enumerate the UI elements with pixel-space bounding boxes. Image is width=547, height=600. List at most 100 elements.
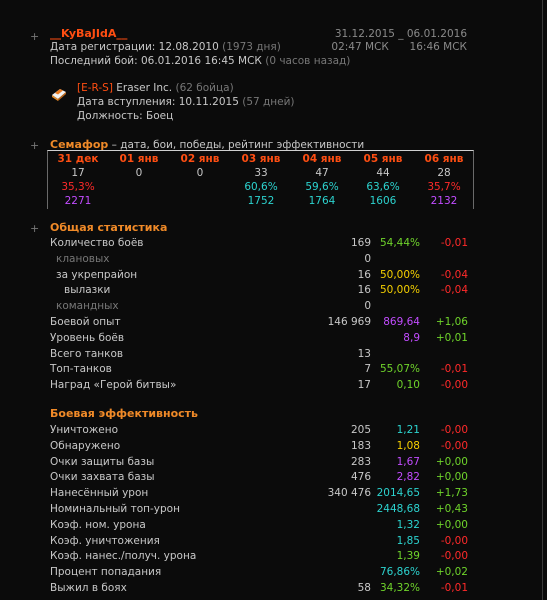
clan-tag[interactable]: [E-R-S] xyxy=(77,82,113,94)
stat-name: клановых xyxy=(56,252,110,265)
period-date-to: 06.01.2016 xyxy=(406,28,467,40)
clan-join-line: Дата вступления: 10.11.2015 (57 дней) xyxy=(77,96,295,108)
stat-percent: 50,00% xyxy=(379,268,420,281)
semafor-day-column: 03 янв 33 60,6% 1752 xyxy=(230,152,292,208)
general-stats-title: Общая статистика xyxy=(50,221,168,234)
semafor-day-date: 03 янв xyxy=(241,153,281,165)
registration-line: Дата регистрации: 12.08.2010 (1973 дня) xyxy=(50,41,281,53)
semafor-day-rating: 1752 xyxy=(247,195,275,207)
stat-row: Уровень боёв 8,9 +0,01 xyxy=(50,330,470,346)
stat-percent: 1,39 xyxy=(396,550,420,563)
efficiency-title: Боевая эффективность xyxy=(50,407,199,420)
stat-value: 17 xyxy=(357,379,371,392)
last-battle-ago: (0 часов назад) xyxy=(265,55,351,67)
stat-row: Всего танков 13 xyxy=(50,346,470,362)
stat-percent: 55,07% xyxy=(379,363,420,376)
semafor-day-winrate xyxy=(108,180,170,194)
stat-row: вылазки 16 50,00% -0,04 xyxy=(50,282,470,298)
stat-delta: -0,00 xyxy=(440,534,468,547)
stat-value: 0 xyxy=(364,252,371,265)
player-name[interactable]: __KyBaJIdA__ xyxy=(50,27,127,40)
stat-percent: 1,21 xyxy=(396,424,420,436)
semafor-day-column: 06 янв 28 35,7% 2132 xyxy=(413,152,475,208)
stat-row: Очки захвата базы 476 2,82 +0,00 xyxy=(50,469,470,485)
semafor-day-date: 06 янв xyxy=(424,153,464,165)
stat-name: Количество боёв xyxy=(50,237,144,249)
stat-name: Коэф. уничтожения xyxy=(50,534,160,547)
stat-value: 7 xyxy=(364,363,371,376)
clan-join-label: Дата вступления: xyxy=(77,96,176,108)
semafor-day-rating: 1764 xyxy=(308,195,336,207)
expand-player-toggle[interactable]: + xyxy=(30,30,39,43)
stat-row: Номинальный топ-урон 2448,68 +0,43 xyxy=(50,501,470,517)
stat-value: 340 476 xyxy=(327,487,371,500)
stat-row: Нанесённый урон 340 476 2014,65 +1,73 xyxy=(50,485,470,501)
stat-value: 205 xyxy=(350,424,371,436)
stat-row: клановых 0 xyxy=(50,251,470,267)
stat-percent: 34,32% xyxy=(379,582,420,594)
stat-percent: 2014,65 xyxy=(376,487,420,500)
stat-row: Очки защиты базы 283 1,67 +0,00 xyxy=(50,454,470,470)
stat-delta: -0,01 xyxy=(440,237,468,249)
stat-percent: 869,64 xyxy=(383,316,420,328)
stat-delta: -0,01 xyxy=(440,363,468,376)
stat-delta: +0,02 xyxy=(435,566,468,579)
stat-row: Выжил в боях 58 34,32% -0,01 xyxy=(50,580,470,596)
stat-percent: 2448,68 xyxy=(376,503,420,515)
stat-delta: +1,06 xyxy=(435,316,468,328)
stat-value: 58 xyxy=(357,582,371,594)
stat-name: Обнаружено xyxy=(50,439,121,452)
stat-row: Топ-танков 7 55,07% -0,01 xyxy=(50,361,470,377)
stat-name: Боевой опыт xyxy=(50,316,121,328)
stat-value: 16 xyxy=(357,284,371,297)
expand-general-toggle[interactable]: + xyxy=(30,222,39,235)
last-battle-date: 06.01.2016 16:45 МСК xyxy=(140,55,262,67)
stat-name: Номинальный топ-урон xyxy=(50,503,180,515)
clan-role-label: Должность: xyxy=(77,110,143,122)
stat-percent: 76,86% xyxy=(379,566,420,579)
semafor-day-rating: 2132 xyxy=(430,195,458,207)
stat-name: вылазки xyxy=(64,284,111,297)
stat-percent: 1,67 xyxy=(396,455,420,468)
semafor-day-winrate: 60,6% xyxy=(244,181,278,193)
semafor-day-battles: 28 xyxy=(437,167,451,179)
semafor-day-column: 02 янв 0 xyxy=(169,152,231,208)
expand-semafor-toggle[interactable]: + xyxy=(30,139,39,152)
period-times: 02:47 МСК 16:46 МСК xyxy=(331,41,467,53)
stat-name: Очки защиты базы xyxy=(50,455,155,468)
semafor-day-winrate: 35,7% xyxy=(427,181,461,193)
stat-value: 183 xyxy=(350,439,371,452)
semafor-day-column: 31 дек 17 35,3% 2271 xyxy=(47,152,109,208)
registration-days: (1973 дня) xyxy=(222,41,281,53)
semafor-day-winrate: 63,6% xyxy=(366,181,400,193)
stat-delta: +0,43 xyxy=(435,503,468,515)
semafor-day-battles: 0 xyxy=(135,167,143,179)
stat-row: Коэф. ном. урона 1,32 +0,00 xyxy=(50,517,470,533)
clan-name[interactable]: Eraser Inc. xyxy=(116,82,172,94)
stat-name: Очки захвата базы xyxy=(50,471,155,484)
eraser-icon xyxy=(52,89,66,101)
stat-row: Уничтожено 205 1,21 -0,00 xyxy=(50,422,470,438)
stat-delta: -0,00 xyxy=(440,379,468,392)
stat-value: 169 xyxy=(350,237,371,249)
stat-delta: +1,73 xyxy=(435,487,468,500)
semafor-day-rating: 2271 xyxy=(64,195,92,207)
semafor-day-winrate: 59,6% xyxy=(305,181,339,193)
semafor-day-rating xyxy=(169,194,231,208)
stat-name: Всего танков xyxy=(50,347,124,360)
stat-name: Топ-танков xyxy=(50,363,112,376)
stat-row: командных 0 xyxy=(50,298,470,314)
clan-line: [E-R-S] Eraser Inc. (62 бойца) xyxy=(77,82,234,94)
semafor-day-date: 31 дек xyxy=(57,153,99,165)
semafor-day-battles: 44 xyxy=(376,167,390,179)
stat-value: 146 969 xyxy=(327,316,371,328)
stat-delta: -0,01 xyxy=(440,582,468,594)
stat-name: Уничтожено xyxy=(50,424,119,436)
stat-row: Наград «Герой битвы» 17 0,10 -0,00 xyxy=(50,377,470,393)
clan-role-line: Должность: Боец xyxy=(77,110,173,122)
semafor-day-rating: 1606 xyxy=(369,195,397,207)
semafor-day-column: 04 янв 47 59,6% 1764 xyxy=(291,152,353,208)
semafor-day-column: 01 янв 0 xyxy=(108,152,170,208)
stat-delta: -0,00 xyxy=(440,424,468,436)
period-time-from: 02:47 МСК xyxy=(331,41,389,53)
